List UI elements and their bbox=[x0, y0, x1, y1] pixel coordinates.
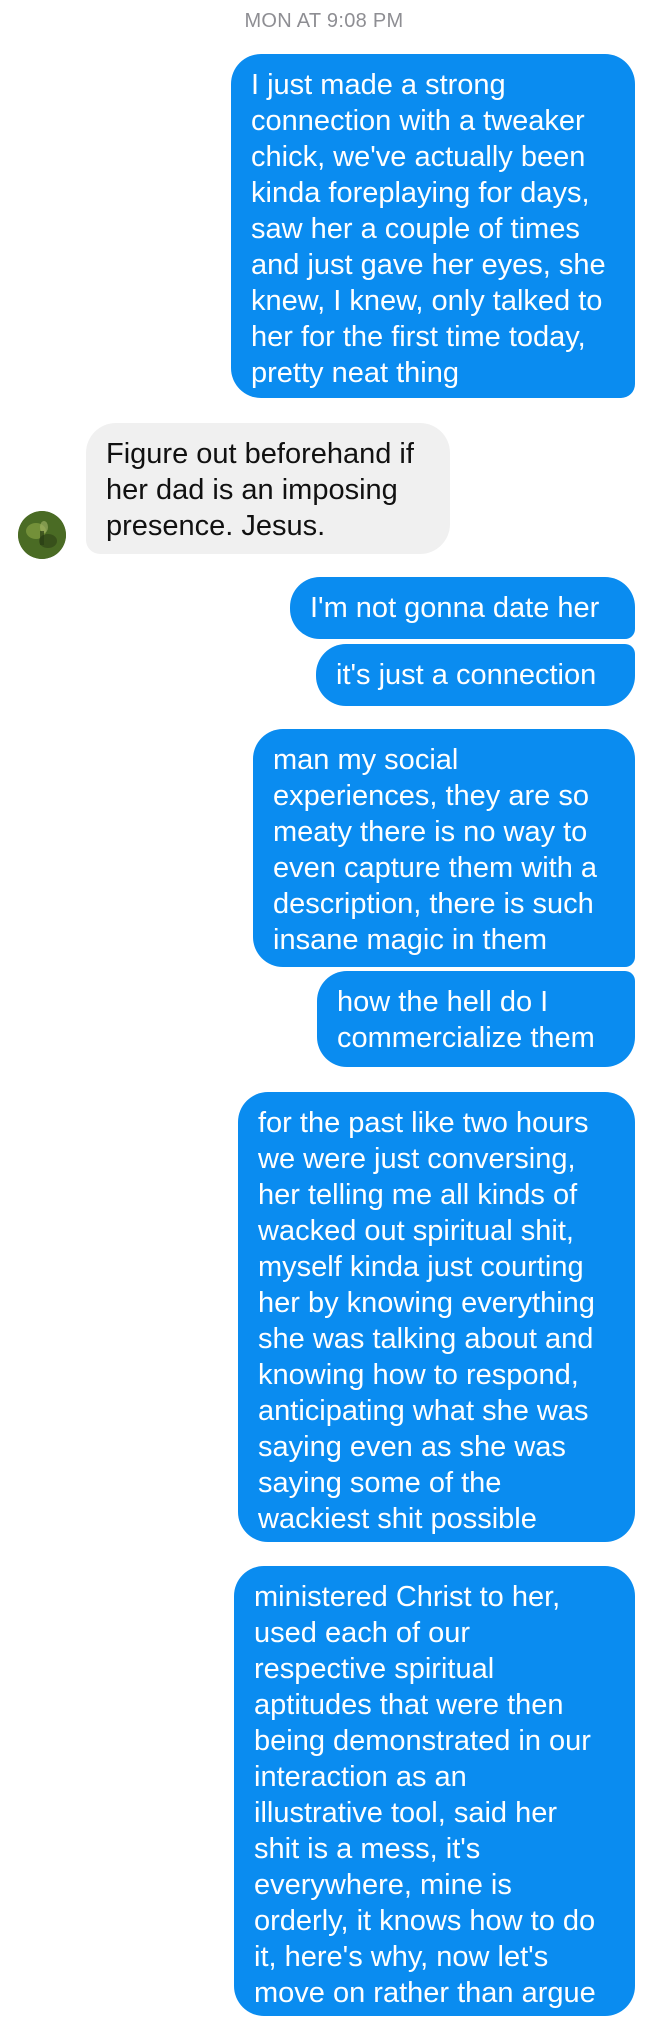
outgoing-message-bubble[interactable]: how the hell do I commercialize them bbox=[317, 971, 635, 1067]
message-timestamp: MON AT 9:08 PM bbox=[244, 10, 404, 32]
contact-avatar-icon bbox=[18, 511, 66, 559]
contact-avatar[interactable] bbox=[18, 511, 66, 559]
outgoing-message-bubble[interactable]: it's just a connection bbox=[316, 644, 635, 706]
outgoing-message-bubble[interactable]: I just made a strong connection with a t… bbox=[231, 54, 635, 398]
outgoing-message-bubble[interactable]: man my social experiences, they are so m… bbox=[253, 729, 635, 967]
outgoing-message-bubble[interactable]: I'm not gonna date her bbox=[290, 577, 635, 639]
incoming-message-bubble[interactable]: Figure out beforehand if her dad is an i… bbox=[86, 423, 450, 554]
outgoing-message-bubble[interactable]: ministered Christ to her, used each of o… bbox=[234, 1566, 635, 2016]
outgoing-message-bubble[interactable]: for the past like two hours we were just… bbox=[238, 1092, 635, 1542]
